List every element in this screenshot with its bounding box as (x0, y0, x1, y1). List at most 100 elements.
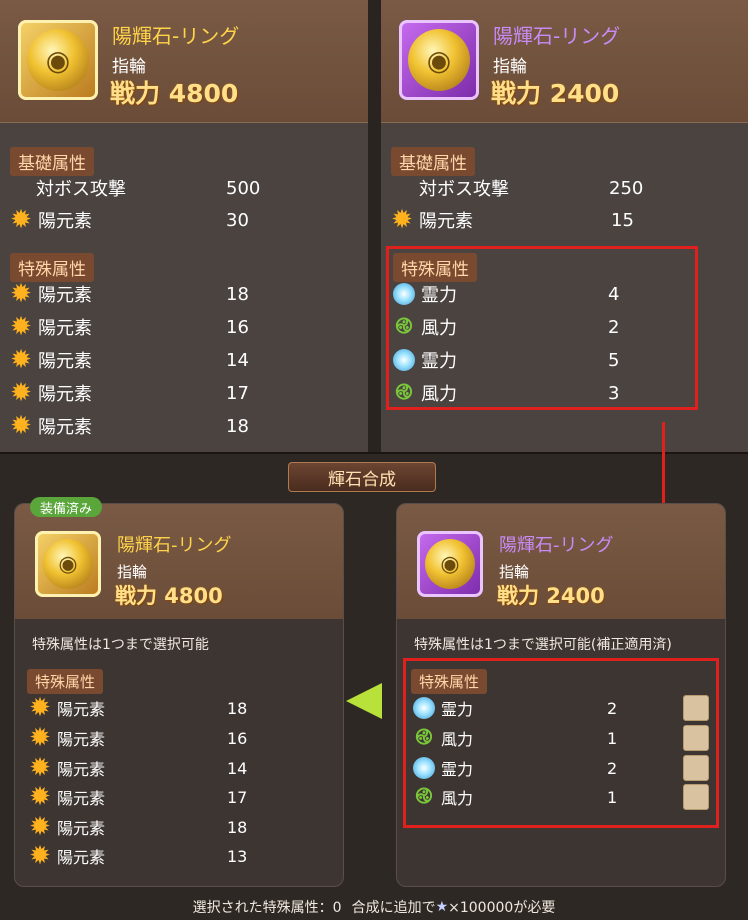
stat-row[interactable]: ✹ 陽元素 14 (27, 754, 327, 782)
item-type: 指輪 (117, 563, 148, 581)
stat-row: 霊力 4 (391, 279, 691, 309)
stat-value: 17 (227, 787, 248, 807)
stat-row: ✹ 陽元素 18 (8, 279, 358, 309)
stat-value: 14 (227, 758, 248, 778)
stat-row[interactable]: ࿋ 風力 1 (411, 783, 711, 811)
sun-icon: ✹ (10, 205, 32, 235)
sun-icon: ✹ (10, 411, 32, 441)
sun-icon: ✹ (29, 841, 51, 871)
special-attr-label: 特殊属性 (411, 669, 488, 694)
item-power: 戦力 4800 (115, 584, 223, 608)
ring-item-icon: ◉ (417, 531, 483, 597)
spirit-icon (393, 349, 415, 371)
stat-row[interactable]: 霊力 2 (411, 754, 711, 782)
spirit-icon-wrap (391, 347, 417, 373)
stat-name: 霊力 (441, 760, 474, 779)
stat-name: 陽元素 (419, 211, 473, 232)
stat-name: 風力 (421, 384, 457, 405)
stat-row: 対ボス攻撃 250 (419, 173, 739, 203)
stat-value: 13 (227, 846, 248, 866)
stat-row: ✹ 陽元素 30 (8, 205, 358, 235)
stat-row[interactable]: 霊力 2 (411, 694, 711, 722)
stat-row[interactable]: ✹ 陽元素 16 (27, 724, 327, 752)
item-name: 陽輝石-リング (117, 535, 232, 556)
synthesis-title: 輝石合成 (328, 469, 396, 490)
stat-row[interactable]: ✹ 陽元素 18 (27, 694, 327, 722)
stat-name: 陽元素 (57, 819, 106, 838)
wind-icon: ࿋ (415, 725, 433, 750)
item-power: 戦力 4800 (110, 79, 239, 108)
stat-value: 16 (226, 316, 249, 338)
stat-name: 陽元素 (38, 351, 92, 372)
stat-name: 霊力 (421, 351, 457, 372)
spirit-icon-wrap (391, 281, 417, 307)
stat-value: 18 (227, 698, 248, 718)
stat-name: 陽元素 (38, 417, 92, 438)
item-name: 陽輝石-リング (499, 535, 614, 556)
item-header: ◉ 陽輝石-リング 指輪 戦力 2400 (381, 0, 748, 123)
stat-name: 風力 (441, 730, 474, 749)
stat-value: 16 (227, 728, 248, 748)
stat-row: 霊力 5 (391, 345, 691, 375)
stat-value: 500 (226, 177, 261, 199)
stat-value: 2 (607, 758, 618, 778)
stat-value: 17 (226, 382, 249, 404)
ring-item-icon: ◉ (35, 531, 101, 597)
stat-value: 2 (608, 316, 620, 338)
base-attr-label: 基礎属性 (10, 147, 94, 176)
sun-icon: ✹ (10, 378, 32, 408)
wind-icon: ࿋ (395, 314, 413, 339)
base-attr-label: 基礎属性 (391, 147, 475, 176)
equipped-badge: 装備済み (30, 497, 103, 517)
transfer-arrow-icon[interactable] (346, 683, 382, 719)
stat-checkbox[interactable] (683, 725, 709, 751)
stat-checkbox[interactable] (683, 784, 709, 810)
item-header: ◉ 陽輝石-リング 指輪 戦力 4800 (15, 504, 343, 619)
special-attr-label: 特殊属性 (10, 253, 94, 282)
bottom-left-panel: ◉ 陽輝石-リング 指輪 戦力 4800 特殊属性は1つまで選択可能 特殊属性 … (14, 503, 344, 887)
stat-name: 陽元素 (57, 760, 106, 779)
stat-value: 18 (226, 283, 249, 305)
sun-icon: ✹ (10, 312, 32, 342)
sun-icon: ✹ (10, 279, 32, 309)
wind-icon: ࿋ (395, 380, 413, 405)
stat-row[interactable]: ✹ 陽元素 18 (27, 813, 327, 841)
stat-name: 陽元素 (57, 789, 106, 808)
stat-name: 陽元素 (57, 730, 106, 749)
spirit-icon (393, 283, 415, 305)
stat-row: ✹ 陽元素 15 (389, 205, 739, 235)
stat-row[interactable]: ✹ 陽元素 17 (27, 783, 327, 811)
stat-row[interactable]: ࿋ 風力 1 (411, 724, 711, 752)
stat-checkbox[interactable] (683, 755, 709, 781)
item-name: 陽輝石-リング (112, 24, 240, 48)
cost-label: 合成に追加で (351, 900, 436, 916)
stat-value: 1 (607, 787, 618, 807)
sun-icon: ✹ (29, 753, 51, 783)
stat-name: 陽元素 (38, 285, 92, 306)
stat-value: 30 (226, 209, 249, 231)
top-right-panel: ◉ 陽輝石-リング 指輪 戦力 2400 基礎属性 対ボス攻撃 250 ✹ 陽元… (381, 0, 748, 452)
select-note: 特殊属性は1つまで選択可能 (32, 637, 209, 653)
item-power: 戦力 2400 (491, 79, 620, 108)
stat-checkbox[interactable] (683, 695, 709, 721)
select-note: 特殊属性は1つまで選択可能(補正適用済) (414, 637, 672, 653)
stat-value: 4 (608, 283, 620, 305)
ring-icon: ◉ (43, 539, 93, 589)
stat-row: ✹ 陽元素 16 (8, 312, 358, 342)
ring-icon: ◉ (425, 539, 475, 589)
selected-count-label: 選択された特殊属性：0 (192, 900, 342, 916)
stat-name: 風力 (441, 789, 474, 808)
cost-value: ×100000が必要 (448, 900, 556, 916)
ring-item-icon: ◉ (18, 20, 98, 100)
stat-row: ࿋ 風力 2 (391, 312, 691, 342)
sun-icon: ✹ (29, 723, 51, 753)
footer-bar: 選択された特殊属性：0 合成に追加で ★ ×100000が必要 (0, 894, 748, 920)
stat-name: 陽元素 (38, 211, 92, 232)
synthesis-banner: 輝石合成 (288, 462, 436, 492)
stat-value: 2 (607, 698, 618, 718)
stat-value: 250 (609, 177, 644, 199)
wind-icon: ࿋ (415, 784, 433, 809)
top-left-panel: ◉ 陽輝石-リング 指輪 戦力 4800 基礎属性 対ボス攻撃 500 ✹ 陽元… (0, 0, 368, 452)
stat-row[interactable]: ✹ 陽元素 13 (27, 842, 327, 870)
equipped-badge-label: 装備済み (40, 501, 93, 517)
